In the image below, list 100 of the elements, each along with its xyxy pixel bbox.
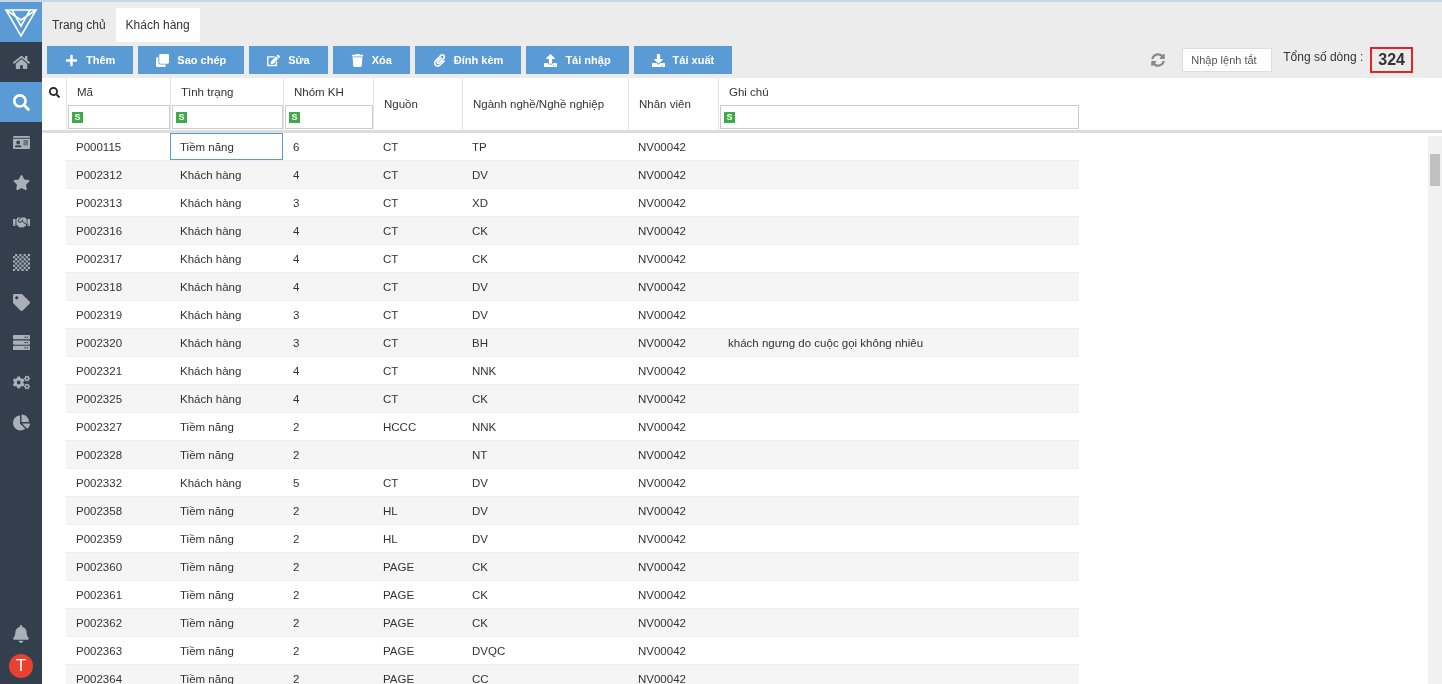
table-cell-text: P002317 xyxy=(75,251,124,267)
table-cell-text: NV00042 xyxy=(637,307,687,323)
table-cell-text: NV00042 xyxy=(637,335,687,351)
table-cell-text: P000115 xyxy=(75,139,123,155)
scrollbar[interactable] xyxy=(1428,136,1442,684)
table-cell-text: DV xyxy=(471,475,489,491)
table-cell-text: CT xyxy=(382,391,400,407)
copy-icon xyxy=(156,53,170,67)
table-cell-text: P002319 xyxy=(75,307,124,323)
table-cell-text: 4 xyxy=(292,363,301,379)
table-cell-text: CK xyxy=(471,615,489,631)
toolbar-button[interactable]: Sao chép xyxy=(138,46,245,74)
table-cell-text: NV00042 xyxy=(637,559,687,575)
table-cell-text: DV xyxy=(471,279,489,295)
table-cell-text: NV00042 xyxy=(637,251,687,267)
table-cell-text: CT xyxy=(382,307,400,323)
table-cell-text: Khách hàng xyxy=(179,335,243,351)
table-cell-text: 6 xyxy=(292,139,301,155)
table-cell-text: Khách hàng xyxy=(179,195,243,211)
table-cell-text: P002320 xyxy=(75,335,124,351)
star-icon xyxy=(12,173,30,191)
table-cell-text: DV xyxy=(471,503,489,519)
table-cell-text: XD xyxy=(471,195,489,211)
table-cell-text: 5 xyxy=(292,475,301,491)
table-cell-text: DV xyxy=(471,531,489,547)
id-card-icon xyxy=(12,133,30,151)
toolbar-button[interactable]: Tải nhập xyxy=(526,46,629,74)
table-cell-text: CT xyxy=(382,335,400,351)
table-cell-text: PAGE xyxy=(382,559,416,575)
search-icon[interactable] xyxy=(48,87,60,98)
command-field[interactable]: Nhập lệnh tắt xyxy=(1182,48,1273,72)
toolbar-button[interactable]: Sửa xyxy=(249,46,328,74)
table-cell-text: NV00042 xyxy=(637,139,687,155)
table-cell-text: P002358 xyxy=(75,503,124,519)
total-count: 324 xyxy=(1370,47,1413,73)
table-cell-text: HL xyxy=(382,503,399,519)
table-cell-text: Tiềm năng xyxy=(179,419,235,435)
filter-field[interactable]: S xyxy=(285,105,373,129)
toolbar-button[interactable]: Đính kèm xyxy=(414,46,522,74)
toolbar-button[interactable]: Tải xuất xyxy=(633,46,733,74)
table-cell-text: PAGE xyxy=(382,615,416,631)
table-cell-text: Khách hàng xyxy=(179,279,243,295)
total-label: Tổng số dòng : xyxy=(1283,50,1364,64)
table-cell-text: DV xyxy=(471,167,489,183)
table-cell-text: NV00042 xyxy=(637,615,687,631)
table-cell-text: HCCC xyxy=(382,419,418,435)
table-cell-text: 4 xyxy=(292,251,301,267)
toolbar-button[interactable]: Thêm xyxy=(47,46,134,74)
table-cell-text: P002361 xyxy=(75,587,124,603)
table-cell-text: Khách hàng xyxy=(179,363,243,379)
table-cell-text: Tiềm năng xyxy=(179,503,235,519)
table-cell-text: CK xyxy=(471,559,489,575)
table-cell-text: CT xyxy=(382,167,400,183)
table-cell: Tiềm năng xyxy=(170,133,283,160)
table-cell-text: NV00042 xyxy=(637,447,687,463)
table-cell-text: P002364 xyxy=(75,671,124,684)
table-cell-text: NT xyxy=(471,447,489,463)
tab[interactable]: Trang chủ xyxy=(42,8,116,42)
table-cell-text: 4 xyxy=(292,167,301,183)
refresh-icon[interactable] xyxy=(1151,53,1166,67)
table-cell-text: Tiềm năng xyxy=(179,615,235,631)
table-cell-text: NV00042 xyxy=(637,223,687,239)
plus-icon xyxy=(65,53,78,67)
table-cell-text: P002327 xyxy=(75,419,124,435)
table-cell-text: NV00042 xyxy=(637,363,687,379)
table-cell-text: 2 xyxy=(292,671,301,684)
table-cell-text: Tiềm năng xyxy=(179,643,235,659)
pie-chart-icon xyxy=(12,413,30,431)
sidebar-item[interactable] xyxy=(0,82,42,122)
table-cell-text: CT xyxy=(382,223,400,239)
filter-field[interactable]: S xyxy=(720,105,1079,129)
table-cell-text: Tiềm năng xyxy=(179,587,235,603)
table-cell-text: P002362 xyxy=(75,615,124,631)
filter-badge: S xyxy=(724,111,735,123)
download-icon xyxy=(651,53,665,67)
trash-icon xyxy=(350,53,364,67)
column-header: Tình trạng xyxy=(180,84,235,100)
table-cell-text: 2 xyxy=(292,643,301,659)
table-cell-text: BH xyxy=(471,335,489,351)
table-cell-text: Khách hàng xyxy=(179,475,243,491)
table-cell-text: Khách hàng xyxy=(179,167,243,183)
filter-badge: S xyxy=(176,111,187,123)
table-cell-text: P002328 xyxy=(75,447,124,463)
column-header: Nhóm KH xyxy=(293,84,345,100)
table-cell-text: CT xyxy=(382,139,400,155)
table-cell-text: Tiềm năng xyxy=(179,447,235,463)
grid-icon xyxy=(12,253,30,271)
filter-field[interactable]: S xyxy=(172,105,283,129)
toolbar-button[interactable]: Xóa xyxy=(332,46,410,74)
table-cell-text: DV xyxy=(471,307,489,323)
user-avatar[interactable]: T xyxy=(9,654,33,678)
filter-field[interactable]: S xyxy=(68,105,170,129)
table-cell-text: khách ngưng do cuộc gọi không nhiêu xyxy=(727,335,925,351)
tab[interactable]: Khách hàng xyxy=(115,8,200,42)
column-header: Mã xyxy=(76,84,94,100)
upload-icon xyxy=(544,53,558,67)
table-cell-text: Tiềm năng xyxy=(179,531,235,547)
bell-icon[interactable] xyxy=(12,625,30,643)
table-cell-text: CC xyxy=(471,671,490,684)
table-cell-text: PAGE xyxy=(382,643,416,659)
